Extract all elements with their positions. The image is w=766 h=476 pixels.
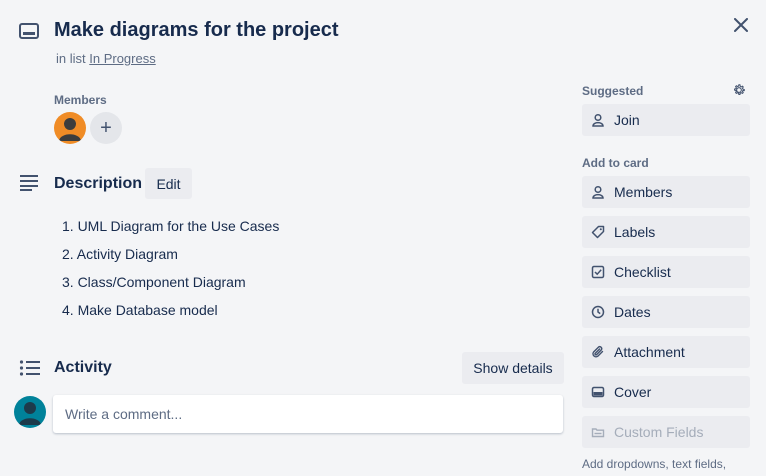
list-info: in list In Progress: [56, 51, 156, 66]
labels-label: Labels: [614, 224, 656, 240]
edit-description-button[interactable]: Edit: [145, 168, 192, 199]
members-heading: Members: [54, 93, 107, 107]
tag-icon: [591, 225, 605, 239]
join-label: Join: [614, 112, 640, 128]
dates-label: Dates: [614, 304, 651, 320]
add-to-card-heading: Add to card: [582, 156, 649, 170]
custom-fields-button[interactable]: Custom Fields: [582, 416, 750, 448]
close-icon: [734, 18, 748, 32]
description-item: 2. Activity Diagram: [62, 246, 178, 262]
close-button[interactable]: [728, 12, 754, 38]
show-details-button[interactable]: Show details: [462, 352, 564, 384]
labels-button[interactable]: Labels: [582, 216, 750, 248]
attachment-button[interactable]: Attachment: [582, 336, 750, 368]
gear-icon: [734, 84, 745, 95]
checkbox-icon: [591, 265, 605, 279]
description-lines-icon: [19, 174, 39, 192]
cover-icon: [591, 385, 605, 399]
checklist-label: Checklist: [614, 264, 671, 280]
cover-label: Cover: [614, 384, 652, 400]
clock-icon: [591, 305, 605, 319]
custom-fields-label: Custom Fields: [614, 424, 704, 440]
paperclip-icon: [591, 345, 605, 359]
card-title[interactable]: Make diagrams for the project: [54, 19, 339, 42]
person-icon: [591, 113, 605, 127]
card-icon: [18, 22, 40, 42]
attachment-label: Attachment: [614, 344, 685, 360]
description-item: 4. Make Database model: [62, 302, 218, 318]
comment-input[interactable]: [53, 395, 563, 433]
dates-button[interactable]: Dates: [582, 296, 750, 328]
cover-button[interactable]: Cover: [582, 376, 750, 408]
checklist-button[interactable]: Checklist: [582, 256, 750, 288]
members-button[interactable]: Members: [582, 176, 750, 208]
description-list[interactable]: 1. UML Diagram for the Use Cases 2. Acti…: [62, 216, 279, 328]
activity-list-icon: [19, 359, 41, 377]
suggested-settings-button[interactable]: [728, 79, 750, 101]
member-avatar[interactable]: [54, 112, 86, 144]
description-item: 1. UML Diagram for the Use Cases: [62, 218, 280, 234]
list-link[interactable]: In Progress: [89, 51, 155, 66]
join-button[interactable]: Join: [582, 104, 750, 136]
description-item: 3. Class/Component Diagram: [62, 274, 246, 290]
person-icon: [591, 185, 605, 199]
list-prefix: in list: [56, 51, 86, 66]
custom-fields-icon: [591, 425, 605, 439]
suggested-heading: Suggested: [582, 84, 644, 98]
current-user-avatar[interactable]: [14, 396, 46, 428]
members-label: Members: [614, 184, 673, 200]
activity-heading: Activity: [54, 359, 112, 376]
description-heading: Description: [54, 175, 143, 192]
custom-fields-note: Add dropdowns, text fields,: [582, 457, 727, 471]
add-member-button[interactable]: +: [90, 112, 122, 144]
